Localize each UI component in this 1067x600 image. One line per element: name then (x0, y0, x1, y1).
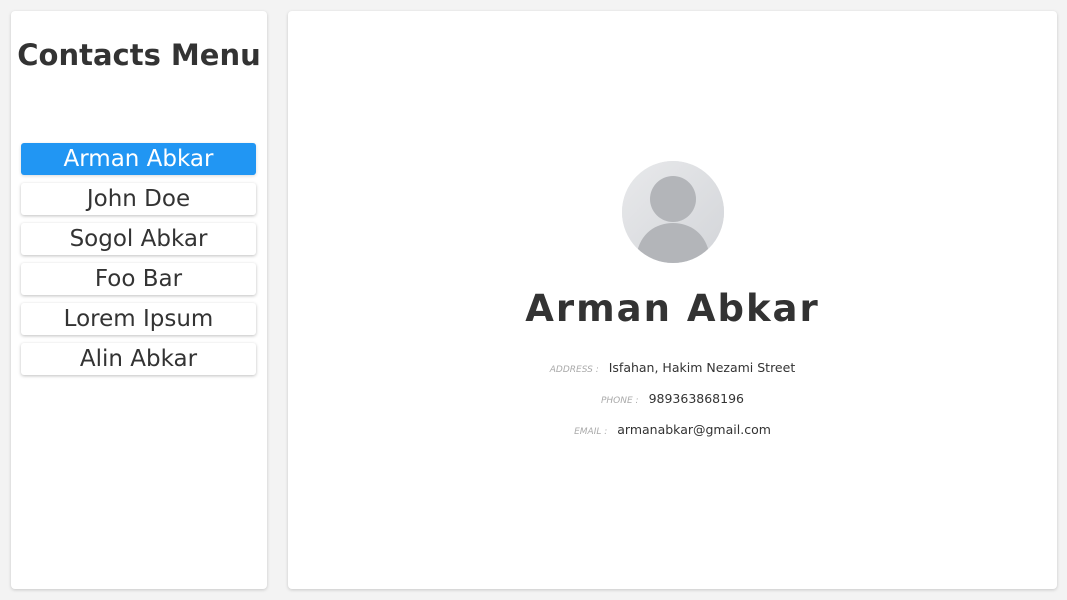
contact-item-lorem-ipsum[interactable]: Lorem Ipsum (21, 303, 256, 335)
contact-item-john-doe[interactable]: John Doe (21, 183, 256, 215)
contact-name: Arman Abkar (525, 287, 820, 330)
contacts-sidebar: Contacts Menu Arman Abkar John Doe Sogol… (11, 11, 267, 589)
address-label: ADDRESS : (549, 365, 599, 375)
contact-item-alin-abkar[interactable]: Alin Abkar (21, 343, 256, 375)
contact-item-foo-bar[interactable]: Foo Bar (21, 263, 256, 295)
contact-list: Arman Abkar John Doe Sogol Abkar Foo Bar… (21, 143, 256, 383)
contact-item-sogol-abkar[interactable]: Sogol Abkar (21, 223, 256, 255)
contact-detail-panel: Arman Abkar ADDRESS : Isfahan, Hakim Nez… (288, 11, 1057, 589)
contact-item-arman-abkar[interactable]: Arman Abkar (21, 143, 256, 175)
phone-label: PHONE : (600, 396, 639, 406)
email-label: EMAIL : (574, 427, 608, 437)
phone-value: 989363868196 (648, 391, 744, 406)
address-value: Isfahan, Hakim Nezami Street (608, 360, 796, 375)
email-value: armanabkar@gmail.com (617, 422, 771, 437)
user-avatar-icon (622, 161, 724, 263)
email-row: EMAIL : armanabkar@gmail.com (288, 421, 1057, 441)
address-row: ADDRESS : Isfahan, Hakim Nezami Street (288, 359, 1057, 379)
phone-row: PHONE : 989363868196 (288, 390, 1057, 410)
sidebar-title: Contacts Menu (17, 38, 261, 72)
